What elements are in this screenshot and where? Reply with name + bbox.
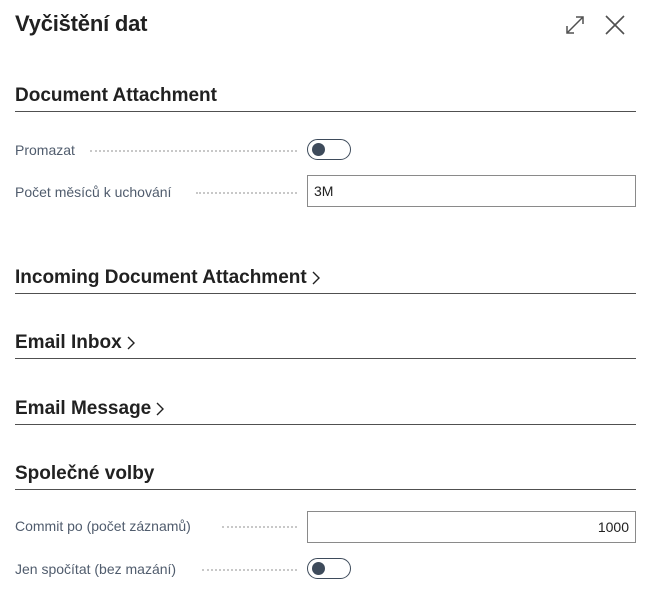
pocet-mesicu-input[interactable]: 3M [307, 175, 636, 207]
jen-spocitat-toggle[interactable] [307, 558, 351, 579]
toggle-knob [312, 143, 325, 156]
field-label-commit-po: Commit po (počet záznamů) [15, 518, 191, 534]
section-title: Email Inbox [15, 332, 122, 353]
data-cleanup-dialog: Vyčištění dat Document Attachment Promaz… [0, 0, 650, 615]
chevron-right-icon [156, 402, 165, 416]
field-label-pocet-mesicu: Počet měsíců k uchování [15, 184, 172, 200]
expand-icon [566, 16, 584, 34]
dotted-leader [196, 192, 297, 194]
close-icon [605, 15, 625, 35]
section-spolecne-volby[interactable]: Společné volby [15, 455, 636, 490]
section-title: Incoming Document Attachment [15, 267, 307, 288]
commit-po-input[interactable]: 1000 [307, 511, 636, 543]
section-title: Email Message [15, 398, 152, 419]
field-label-jen-spocitat: Jen spočítat (bez mazání) [15, 561, 177, 577]
close-button[interactable] [602, 12, 628, 38]
field-label-promazat: Promazat [15, 142, 75, 158]
section-email-message[interactable]: Email Message [15, 390, 636, 425]
section-email-inbox[interactable]: Email Inbox [15, 324, 636, 359]
section-incoming-document-attachment[interactable]: Incoming Document Attachment [15, 259, 636, 294]
section-document-attachment[interactable]: Document Attachment [15, 77, 636, 112]
toggle-knob [312, 562, 325, 575]
dialog-title: Vyčištění dat [15, 11, 148, 36]
section-title: Společné volby [15, 463, 155, 484]
promazat-toggle[interactable] [307, 139, 351, 160]
dotted-leader [222, 526, 297, 528]
chevron-right-icon [312, 271, 320, 285]
dotted-leader [90, 150, 297, 152]
dotted-leader [202, 569, 297, 571]
expand-button[interactable] [562, 12, 588, 38]
chevron-right-icon [127, 336, 135, 350]
section-title: Document Attachment [15, 85, 217, 106]
